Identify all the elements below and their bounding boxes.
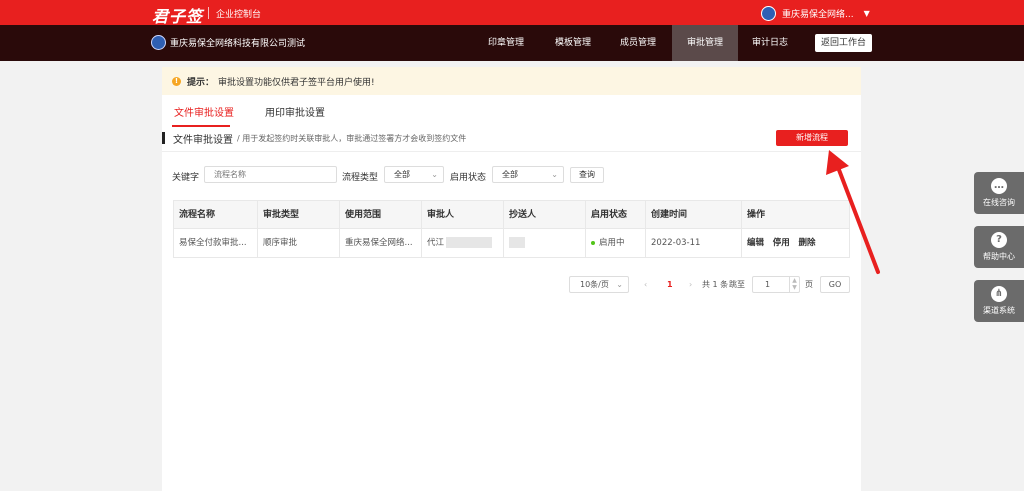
cell-approval-type: 顺序审批 xyxy=(258,229,340,257)
cell-flow-name: 易保全付款审批... xyxy=(174,229,258,257)
nav-approval-management[interactable]: 审批管理 xyxy=(672,25,738,61)
notice-banner: ! 提示： 审批设置功能仅供君子签平台用户使用! xyxy=(162,67,861,95)
back-to-workspace-button[interactable]: 返回工作台 xyxy=(815,34,872,52)
main-content: ! 提示： 审批设置功能仅供君子签平台用户使用! 文件审批设置 用印审批设置 文… xyxy=(162,67,861,491)
go-button[interactable]: GO xyxy=(820,276,850,293)
tab-seal-approval[interactable]: 用印审批设置 xyxy=(265,104,325,119)
keyword-input[interactable] xyxy=(204,166,337,183)
nav-member-management[interactable]: 成员管理 xyxy=(610,25,666,61)
channel-system-label: 渠道系统 xyxy=(983,306,1015,315)
main-nav: 重庆易保全网络科技有限公司测试 印章管理 模板管理 成员管理 审批管理 审计日志… xyxy=(0,25,1024,61)
notice-text: 审批设置功能仅供君子签平台用户使用! xyxy=(218,77,375,88)
user-menu[interactable]: 重庆易保全网络... ▼ xyxy=(761,5,870,21)
col-created: 创建时间 xyxy=(646,201,742,229)
flow-type-select[interactable]: 全部 ⌄ xyxy=(384,166,444,183)
status-text: 启用中 xyxy=(599,238,625,248)
top-bar: 君子签 企业控制台 重庆易保全网络... ▼ xyxy=(0,0,1024,27)
col-cc: 抄送人 xyxy=(504,201,586,229)
chevron-down-icon: ⌄ xyxy=(431,170,438,179)
stepper-icon[interactable]: ▲ ▼ xyxy=(789,277,799,292)
query-button[interactable]: 查询 xyxy=(570,167,604,183)
current-page[interactable]: 1 xyxy=(667,276,673,293)
page-size-select[interactable]: 10条/页 ⌄ xyxy=(569,276,629,293)
section-divider xyxy=(162,151,861,152)
page-size-value: 10条/页 xyxy=(580,280,609,289)
page-unit: 页 xyxy=(805,280,813,289)
console-title: 企业控制台 xyxy=(216,10,262,20)
brand-logo[interactable]: 君子签 xyxy=(152,3,203,27)
flow-type-label: 流程类型 xyxy=(342,173,379,183)
prev-page-icon[interactable]: ‹ xyxy=(644,276,647,293)
col-approver: 审批人 xyxy=(422,201,504,229)
org-info: 重庆易保全网络科技有限公司测试 xyxy=(151,35,305,50)
cell-scope: 重庆易保全网络... xyxy=(340,229,422,257)
col-flow-name: 流程名称 xyxy=(174,201,258,229)
nav-template-management[interactable]: 模板管理 xyxy=(545,25,601,61)
user-avatar xyxy=(761,5,776,21)
status-value: 全部 xyxy=(502,170,518,179)
delete-link[interactable]: 删除 xyxy=(798,238,815,248)
caret-down-icon[interactable]: ▼ xyxy=(864,9,870,18)
chevron-down-icon: ⌄ xyxy=(551,170,558,179)
jump-page-input[interactable]: 1 ▲ ▼ xyxy=(752,276,800,293)
cell-approver: 代江 xyxy=(422,229,504,257)
section-title: 文件审批设置 xyxy=(173,134,233,146)
redacted-block xyxy=(446,237,493,248)
online-consult-label: 在线咨询 xyxy=(983,198,1015,207)
logo-divider xyxy=(208,7,209,19)
cell-status: 启用中 xyxy=(586,229,646,257)
active-tab-indicator xyxy=(172,125,230,127)
edit-link[interactable]: 编辑 xyxy=(747,238,764,248)
total-count: 共 1 条 xyxy=(702,280,729,289)
keyword-label: 关键字 xyxy=(172,173,200,183)
nav-seal-management[interactable]: 印章管理 xyxy=(478,25,534,61)
approver-name: 代江 xyxy=(427,238,445,248)
cell-cc xyxy=(504,229,586,257)
org-chart-icon: ⋔ xyxy=(991,286,1007,302)
col-scope: 使用范围 xyxy=(340,201,422,229)
cell-created: 2022-03-11 xyxy=(646,229,742,257)
flow-type-value: 全部 xyxy=(394,170,410,179)
notice-label: 提示： xyxy=(187,77,215,88)
status-dot-icon xyxy=(591,240,595,245)
warning-icon: ! xyxy=(172,76,181,86)
help-icon: ? xyxy=(991,232,1007,248)
org-name: 重庆易保全网络科技有限公司测试 xyxy=(170,39,306,49)
section-marker xyxy=(162,132,165,144)
online-consult-button[interactable]: … 在线咨询 xyxy=(974,172,1024,214)
disable-link[interactable]: 停用 xyxy=(773,238,790,248)
redacted-block xyxy=(509,237,525,248)
tab-file-approval[interactable]: 文件审批设置 xyxy=(174,104,234,119)
status-select[interactable]: 全部 ⌄ xyxy=(492,166,564,183)
flow-table: 流程名称 审批类型 使用范围 审批人 抄送人 启用状态 创建时间 操作 易保全付… xyxy=(173,200,850,258)
user-name: 重庆易保全网络... xyxy=(782,9,854,20)
table-header: 流程名称 审批类型 使用范围 审批人 抄送人 启用状态 创建时间 操作 xyxy=(174,201,849,229)
cell-actions: 编辑 停用 删除 xyxy=(742,229,850,257)
chevron-down-icon: ⌄ xyxy=(616,280,623,289)
jump-page-value: 1 xyxy=(765,280,771,289)
col-status: 启用状态 xyxy=(586,201,646,229)
section-header: 文件审批设置 / 用于发起签约时关联审批人，审批通过签署方才会收到签约文件 xyxy=(162,130,466,146)
help-center-button[interactable]: ? 帮助中心 xyxy=(974,226,1024,268)
jump-label: 跳至 xyxy=(729,280,745,289)
org-logo-icon xyxy=(151,35,166,50)
nav-audit-log[interactable]: 审计日志 xyxy=(742,25,798,61)
col-actions: 操作 xyxy=(747,210,766,220)
chat-icon: … xyxy=(991,178,1007,194)
new-flow-button[interactable]: 新增流程 xyxy=(776,130,848,146)
status-label: 启用状态 xyxy=(450,173,487,183)
channel-system-button[interactable]: ⋔ 渠道系统 xyxy=(974,280,1024,322)
help-center-label: 帮助中心 xyxy=(983,252,1015,261)
col-approval-type: 审批类型 xyxy=(258,201,340,229)
next-page-icon[interactable]: › xyxy=(689,276,692,293)
section-description: / 用于发起签约时关联审批人，审批通过签署方才会收到签约文件 xyxy=(237,133,467,143)
table-row: 易保全付款审批... 顺序审批 重庆易保全网络... 代江 启用中 2022-0… xyxy=(174,229,849,257)
